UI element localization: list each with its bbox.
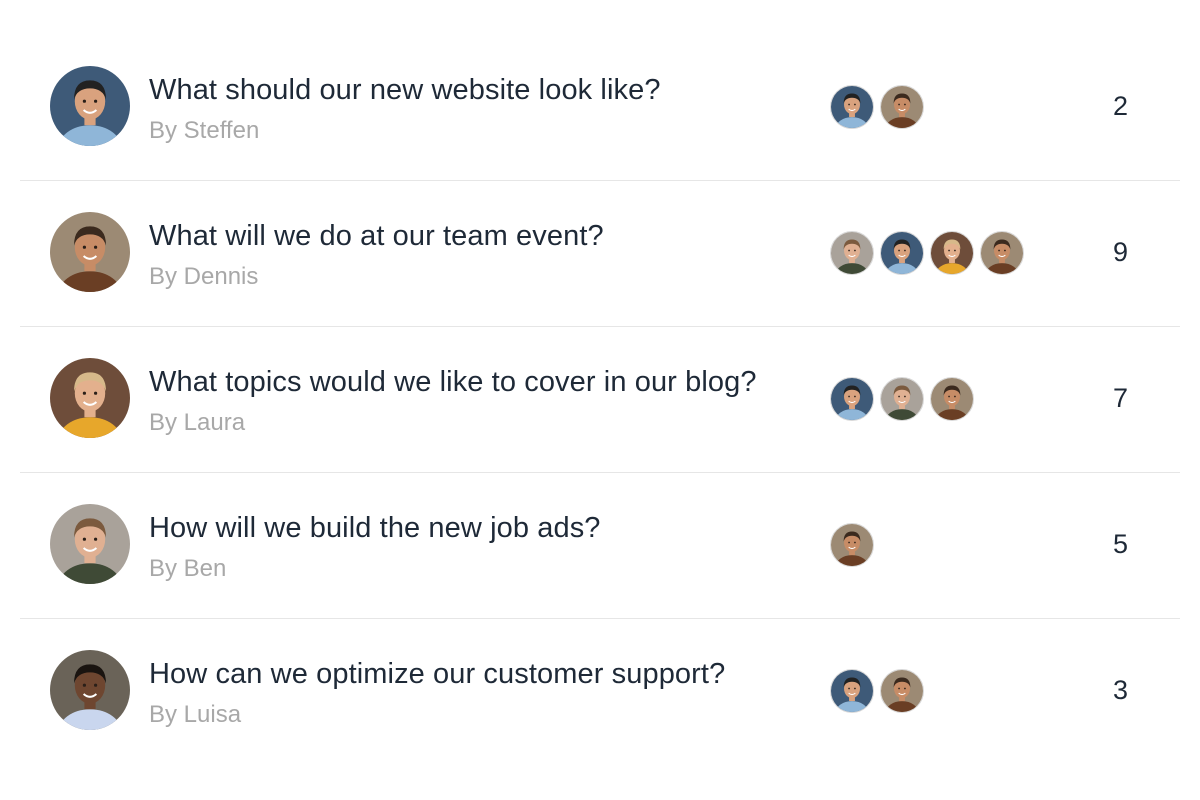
topic-title[interactable]: How can we optimize our customer support… (149, 658, 725, 691)
topic-row[interactable]: What will we do at our team event? By De… (20, 181, 1180, 327)
participant-avatar[interactable] (980, 231, 1024, 275)
author-avatar (50, 66, 130, 146)
topic-title[interactable]: How will we build the new job ads? (149, 512, 601, 545)
topic-author: By Steffen (149, 117, 260, 144)
participant-avatar[interactable] (880, 669, 924, 713)
participant-avatar[interactable] (930, 231, 974, 275)
topic-list: What should our new website look like? B… (20, 35, 1180, 765)
participant-avatar[interactable] (830, 85, 874, 129)
participant-avatars (830, 85, 924, 129)
reply-count: 3 (1112, 675, 1128, 705)
topic-row[interactable]: What topics would we like to cover in ou… (20, 327, 1180, 473)
reply-count: 7 (1112, 383, 1128, 413)
participant-avatar[interactable] (830, 523, 874, 567)
participant-avatar[interactable] (830, 377, 874, 421)
participant-avatar[interactable] (880, 85, 924, 129)
topic-author: By Luisa (149, 701, 242, 728)
topic-author: By Dennis (149, 263, 259, 290)
reply-count: 9 (1112, 237, 1128, 267)
topic-author: By Ben (149, 555, 227, 582)
participant-avatar[interactable] (830, 669, 874, 713)
participant-avatar[interactable] (880, 377, 924, 421)
author-avatar (50, 358, 130, 438)
topic-title[interactable]: What will we do at our team event? (149, 220, 604, 253)
topic-title[interactable]: What should our new website look like? (149, 74, 661, 107)
participant-avatars (830, 231, 1024, 275)
participant-avatar[interactable] (830, 231, 874, 275)
topic-row[interactable]: How can we optimize our customer support… (20, 619, 1180, 765)
participant-avatars (830, 669, 924, 713)
reply-count: 5 (1112, 529, 1128, 559)
participant-avatar[interactable] (880, 231, 924, 275)
participant-avatars (830, 377, 974, 421)
topic-title[interactable]: What topics would we like to cover in ou… (149, 366, 757, 399)
reply-count: 2 (1112, 91, 1128, 121)
participant-avatars (830, 523, 874, 567)
author-avatar (50, 212, 130, 292)
participant-avatar[interactable] (930, 377, 974, 421)
topic-row[interactable]: What should our new website look like? B… (20, 35, 1180, 181)
author-avatar (50, 650, 130, 730)
topic-row[interactable]: How will we build the new job ads? By Be… (20, 473, 1180, 619)
author-avatar (50, 504, 130, 584)
topic-author: By Laura (149, 409, 246, 436)
